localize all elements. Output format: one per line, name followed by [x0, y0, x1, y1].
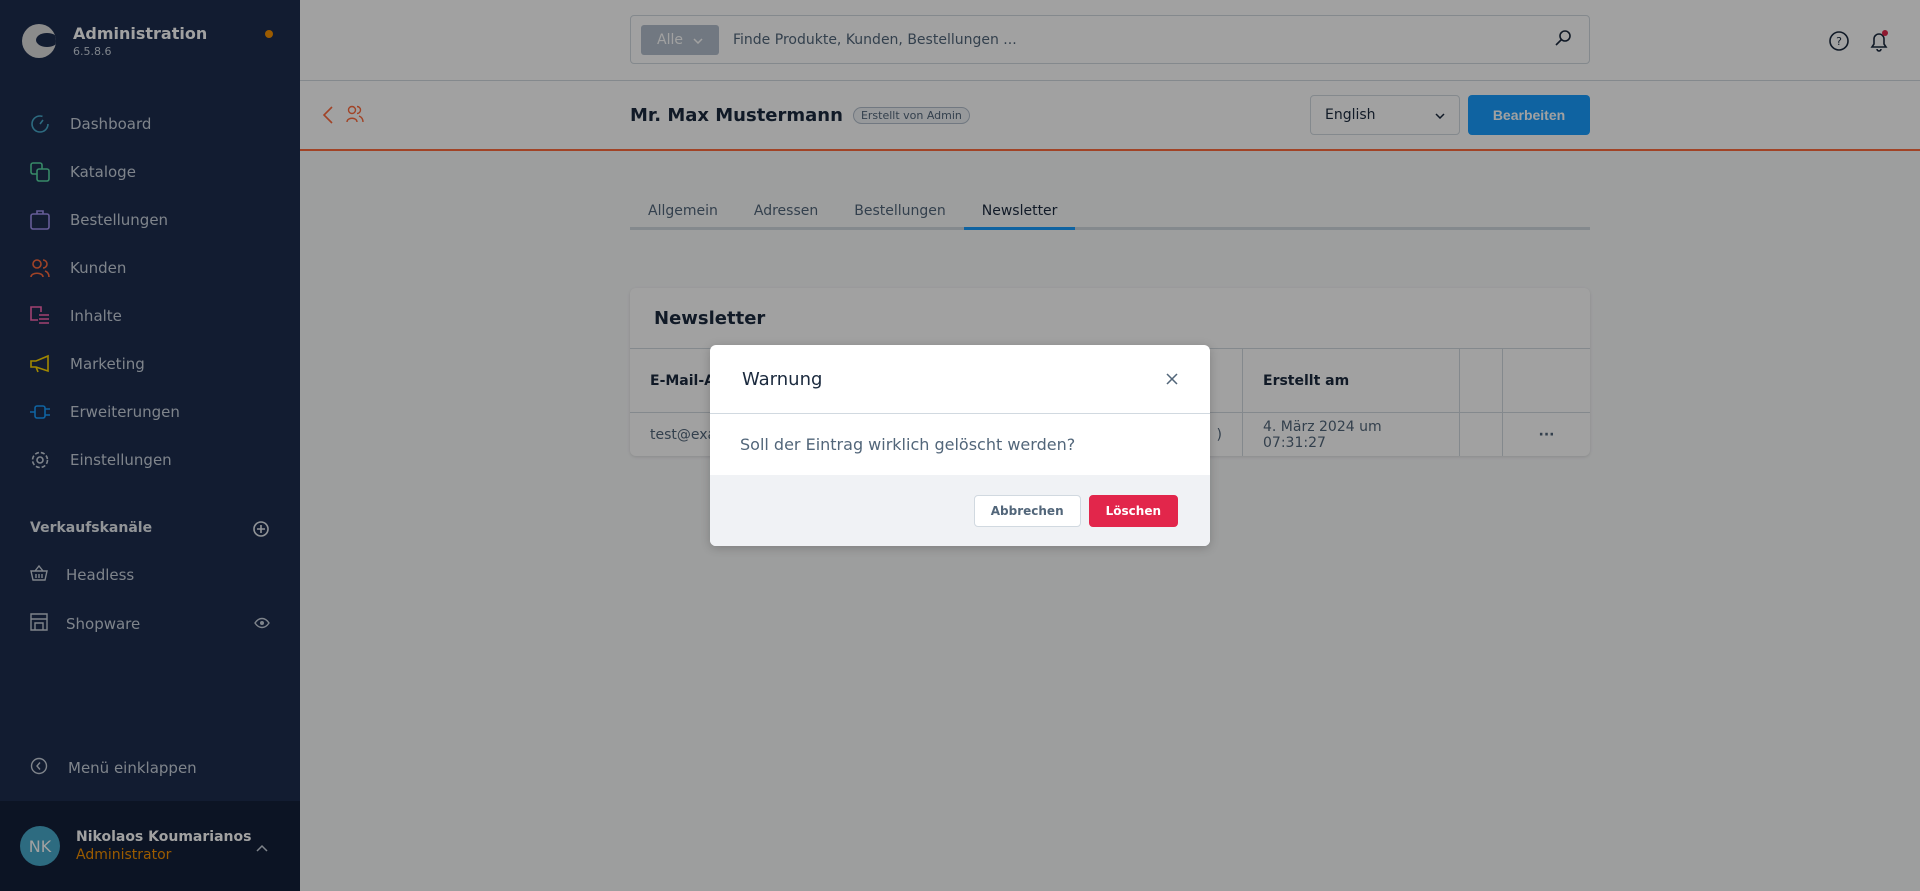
modal-title: Warnung	[742, 368, 823, 390]
close-icon[interactable]	[1166, 370, 1178, 389]
modal-message: Soll der Eintrag wirklich gelöscht werde…	[740, 435, 1076, 454]
warning-modal: Warnung Soll der Eintrag wirklich gelösc…	[710, 345, 1210, 546]
cancel-button[interactable]: Abbrechen	[973, 494, 1081, 527]
delete-button[interactable]: Löschen	[1088, 494, 1178, 527]
